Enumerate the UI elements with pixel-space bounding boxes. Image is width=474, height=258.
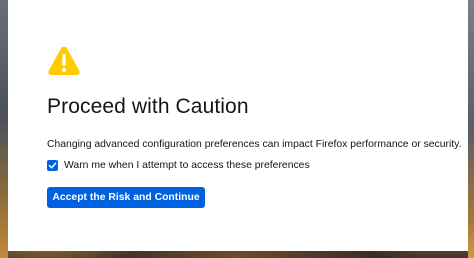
desktop-edge-left <box>0 0 8 258</box>
warn-me-checkbox-row[interactable]: Warn me when I attempt to access these p… <box>47 160 310 171</box>
desktop-edge-right <box>468 0 474 258</box>
page-title: Proceed with Caution <box>47 95 249 118</box>
checkmark-icon <box>48 162 57 169</box>
accept-risk-button[interactable]: Accept the Risk and Continue <box>47 187 205 208</box>
warning-description: Changing advanced configuration preferen… <box>47 139 462 150</box>
warn-me-checkbox-label[interactable]: Warn me when I attempt to access these p… <box>64 160 310 171</box>
warn-me-checkbox[interactable] <box>47 160 58 171</box>
about-config-warning-page: Proceed with Caution Changing advanced c… <box>8 0 468 251</box>
warning-triangle-icon <box>47 44 81 76</box>
